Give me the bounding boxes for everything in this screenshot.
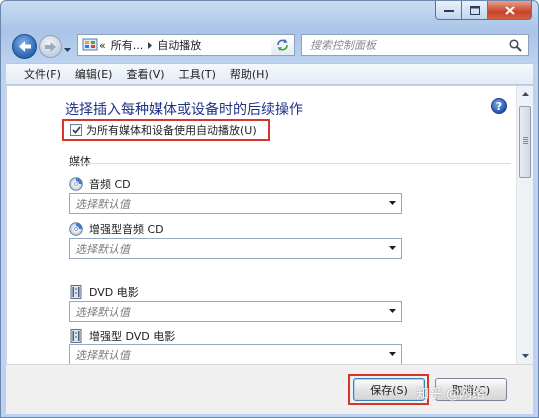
chevron-down-icon xyxy=(64,48,71,52)
chevron-down-icon xyxy=(521,354,529,358)
minimize-icon xyxy=(443,10,454,12)
forward-button[interactable] xyxy=(39,35,62,58)
media-name: 音频 CD xyxy=(89,178,131,191)
media-name: 增强型音频 CD xyxy=(89,223,164,236)
select-value: 选择默认值 xyxy=(75,348,130,362)
checkmark-icon xyxy=(71,126,81,134)
address-bar[interactable]: « 所有... 自动播放 xyxy=(77,34,295,56)
menu-view[interactable]: 查看(V) xyxy=(126,66,164,82)
save-button[interactable]: 保存(S) xyxy=(353,378,425,401)
button-bar: 保存(S) 取消(C) 知乎 @网络 xyxy=(6,364,533,414)
media-label-enhanced-audio-cd: 增强型音频 CD xyxy=(69,221,164,237)
caption-buttons xyxy=(435,1,532,20)
minimize-button[interactable] xyxy=(435,1,462,20)
vertical-scrollbar[interactable] xyxy=(516,86,533,364)
scroll-up-button[interactable] xyxy=(517,86,533,102)
menu-bar: 文件(F) 编辑(E) 查看(V) 工具(T) 帮助(H) xyxy=(6,63,533,85)
maximize-icon xyxy=(469,5,480,15)
section-divider xyxy=(69,163,511,164)
search-icon[interactable] xyxy=(509,39,522,52)
autoplay-checkbox-label[interactable]: 为所有媒体和设备使用自动播放(U) xyxy=(86,122,257,138)
recent-pages-button[interactable] xyxy=(64,42,71,55)
autoplay-checkbox-row[interactable]: 为所有媒体和设备使用自动播放(U) xyxy=(62,119,270,141)
control-panel-icon xyxy=(81,37,99,53)
arrow-left-icon xyxy=(18,41,31,52)
address-crumb-all[interactable]: 所有... xyxy=(111,37,144,53)
media-name: 增强型 DVD 电影 xyxy=(89,330,176,343)
select-value: 选择默认值 xyxy=(75,242,130,256)
dvd-movie-select[interactable]: 选择默认值 xyxy=(69,301,402,322)
close-button[interactable] xyxy=(488,1,532,20)
menu-tools[interactable]: 工具(T) xyxy=(179,66,216,82)
breadcrumb-arrow-icon[interactable] xyxy=(148,41,153,49)
media-label-audio-cd: 音频 CD xyxy=(69,176,131,192)
arrow-right-icon xyxy=(45,41,56,52)
dvd-icon xyxy=(69,329,83,343)
scroll-thumb[interactable] xyxy=(519,106,531,178)
chevron-up-icon xyxy=(521,92,529,96)
close-icon xyxy=(504,5,515,15)
grip-icon xyxy=(523,137,528,138)
cd-icon xyxy=(69,177,83,191)
chevron-down-icon xyxy=(389,201,396,205)
watermark: 知乎 @网络 xyxy=(416,387,486,402)
search-input[interactable] xyxy=(310,38,510,52)
page-title: 选择插入每种媒体或设备时的后续操作 xyxy=(65,102,303,118)
section-label-media: 媒体 xyxy=(69,155,91,168)
media-label-dvd-movie: DVD 电影 xyxy=(69,284,139,300)
search-box[interactable] xyxy=(301,34,529,56)
cd-icon xyxy=(69,222,83,236)
enhanced-dvd-movie-select[interactable]: 选择默认值 xyxy=(69,344,402,365)
content-pane: 选择插入每种媒体或设备时的后续操作 ? 为所有媒体和设备使用自动播放(U) 媒体… xyxy=(6,86,533,365)
select-value: 选择默认值 xyxy=(75,305,130,319)
enhanced-audio-cd-select[interactable]: 选择默认值 xyxy=(69,238,402,259)
back-button[interactable] xyxy=(12,34,37,59)
autoplay-checkbox[interactable] xyxy=(70,124,82,136)
scroll-down-button[interactable] xyxy=(517,348,533,364)
chevron-down-icon xyxy=(389,246,396,250)
chevron-down-icon xyxy=(389,352,396,356)
refresh-button[interactable] xyxy=(271,34,295,56)
select-value: 选择默认值 xyxy=(75,197,130,211)
maximize-button[interactable] xyxy=(462,1,488,20)
audio-cd-select[interactable]: 选择默认值 xyxy=(69,193,402,214)
menu-edit[interactable]: 编辑(E) xyxy=(75,66,113,82)
help-icon[interactable]: ? xyxy=(491,98,507,114)
navigation-row: « 所有... 自动播放 xyxy=(1,29,538,61)
address-crumb-autoplay[interactable]: 自动播放 xyxy=(157,37,201,53)
autoplay-window: « 所有... 自动播放 文件(F) 编辑(E) 查看(V) 工具(T) 帮助(… xyxy=(0,0,539,418)
refresh-icon xyxy=(277,39,288,51)
address-overflow[interactable]: « xyxy=(99,39,106,52)
menu-help[interactable]: 帮助(H) xyxy=(230,66,269,82)
media-name: DVD 电影 xyxy=(89,286,139,299)
dvd-icon xyxy=(69,285,83,299)
menu-file[interactable]: 文件(F) xyxy=(24,66,61,82)
address-path: « 所有... 自动播放 xyxy=(99,37,201,53)
media-label-enhanced-dvd-movie: 增强型 DVD 电影 xyxy=(69,328,175,344)
chevron-down-icon xyxy=(389,309,396,313)
